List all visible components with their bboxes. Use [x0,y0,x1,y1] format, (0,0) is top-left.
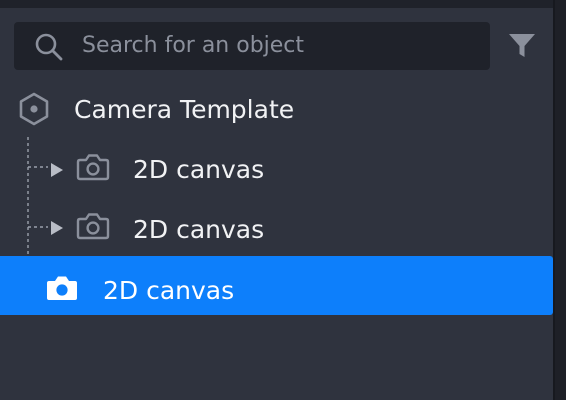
filter-icon[interactable] [506,30,538,62]
expand-caret-icon[interactable] [48,219,66,237]
expand-caret-icon[interactable] [48,161,66,179]
tree-item-2d-canvas-selected[interactable]: 2D canvas [0,256,553,315]
tree-item-2d-canvas[interactable]: 2D canvas [0,200,553,260]
panel-right-border [553,0,566,400]
camera-icon [47,276,77,300]
camera-icon [76,213,110,240]
tree-root-camera-template[interactable]: Camera Template [0,80,553,140]
search-input[interactable]: Search for an object [82,33,304,58]
tree-item-label: 2D canvas [133,155,265,184]
search-icon [35,33,63,61]
search-field[interactable]: Search for an object [14,22,490,70]
tree-root-label: Camera Template [74,95,295,124]
panel-top-bar [0,0,566,8]
camera-icon [76,154,110,181]
tree-item-2d-canvas[interactable]: 2D canvas [0,140,553,200]
tree-item-label: 2D canvas [103,276,235,305]
tree-item-label: 2D canvas [133,215,265,244]
hexagon-icon [19,92,49,126]
